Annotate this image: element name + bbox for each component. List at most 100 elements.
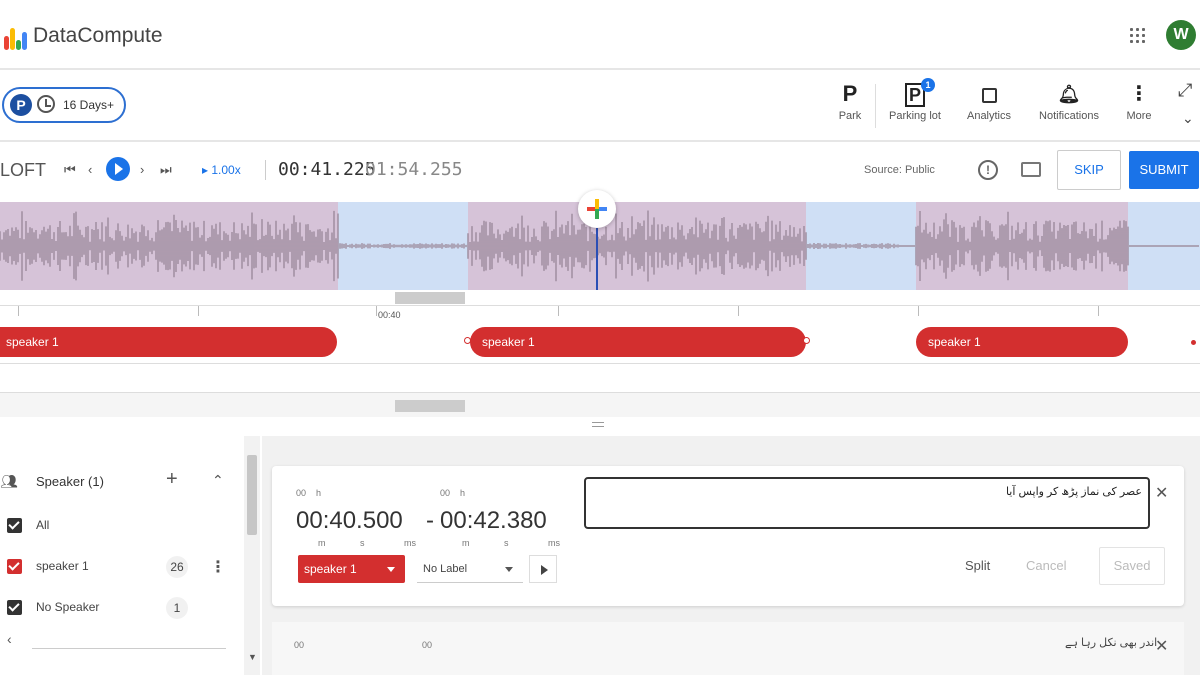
- time-unit: s: [504, 538, 509, 548]
- panel-divider: [32, 648, 226, 649]
- analytics-icon: [964, 80, 1014, 108]
- timeline-scroll-thumb[interactable]: [395, 400, 465, 412]
- split-button[interactable]: Split: [965, 558, 990, 573]
- segment-handle-left[interactable]: [464, 337, 471, 344]
- total-duration: 01:54.255: [365, 159, 463, 180]
- cancel-button[interactable]: Cancel: [1026, 558, 1066, 573]
- task-title: LOFT: [0, 160, 47, 180]
- timeline-scrollbar-track: [0, 393, 1200, 417]
- checkbox-no-speaker[interactable]: [7, 600, 22, 615]
- priority-badge: P: [10, 94, 32, 116]
- playback-speed[interactable]: ▸ 1.00x: [202, 163, 241, 177]
- apps-grid-icon[interactable]: [1130, 28, 1146, 44]
- segment-handle-right[interactable]: [803, 337, 810, 344]
- more-vert-icon[interactable]: ⋮: [210, 557, 226, 577]
- info-icon[interactable]: !: [978, 160, 998, 180]
- speaker-segment[interactable]: speaker 1: [470, 327, 806, 357]
- lane-end-marker: [1191, 340, 1196, 345]
- close-icon[interactable]: ✕: [1155, 483, 1168, 503]
- app-name: DataCompute: [33, 24, 163, 47]
- close-icon[interactable]: ✕: [1155, 636, 1168, 656]
- time-unit: m: [318, 538, 326, 548]
- skip-to-end-icon[interactable]: ⏭︎: [160, 162, 172, 178]
- ruler-label: 00:40: [378, 310, 401, 320]
- time-ruler: 00:40: [0, 305, 1200, 323]
- speaker-segment[interactable]: speaker 1: [916, 327, 1128, 357]
- previous-icon[interactable]: ‹: [88, 162, 92, 177]
- analytics-button[interactable]: Analytics: [964, 80, 1014, 122]
- start-hours-unit: h: [316, 488, 322, 498]
- speaker-select[interactable]: speaker 1: [298, 555, 405, 583]
- expand-icon[interactable]: ⤢: [1178, 80, 1192, 101]
- saved-button[interactable]: Saved: [1099, 547, 1165, 585]
- chevron-down-icon[interactable]: ⌄: [1182, 110, 1194, 127]
- notifications-label: Notifications: [1039, 110, 1099, 122]
- speakers-icon: 👥︎: [0, 473, 18, 489]
- panel-resize-handle[interactable]: [592, 422, 604, 427]
- keyboard-icon[interactable]: [1021, 162, 1041, 177]
- speaker-filter-label: speaker 1: [36, 559, 89, 573]
- parking-lot-label: Parking lot: [889, 110, 941, 122]
- segment-card[interactable]: [272, 622, 1184, 675]
- park-button[interactable]: P Park: [836, 80, 864, 122]
- player-divider: [265, 160, 266, 180]
- speaker-panel: 👥︎ Speaker (1) + ⌃ All speaker 1 26 ⋮ No…: [0, 436, 244, 675]
- time-unit: ms: [548, 538, 560, 548]
- speaker-panel-title: Speaker (1): [36, 474, 104, 489]
- speaker-lane: speaker 1 speaker 1 speaker 1: [0, 324, 1200, 364]
- app-logo: [4, 24, 28, 50]
- park-icon: P: [842, 81, 858, 106]
- parking-lot-button[interactable]: P Parking lot: [886, 80, 944, 122]
- time-unit: ms: [404, 538, 416, 548]
- skip-button[interactable]: SKIP: [1057, 150, 1121, 190]
- task-toolbar: P 16 Days+ P Park P Parking lot Analytic…: [0, 72, 1200, 142]
- speaker-filter-label: All: [36, 518, 50, 532]
- transcript-text[interactable]: اندر بھی نکل رہا ہے: [1065, 636, 1157, 649]
- time-unit: s: [360, 538, 365, 548]
- parking-lot-icon: P: [886, 80, 944, 108]
- user-avatar[interactable]: W: [1166, 20, 1196, 50]
- transcript-input[interactable]: عصر کی نماز پڑھ کر واپس آیا: [584, 477, 1150, 529]
- analytics-label: Analytics: [966, 110, 1012, 122]
- segment-count: 1: [166, 597, 188, 619]
- segment-play-button[interactable]: [529, 555, 557, 583]
- task-age-label: 16 Days+: [63, 98, 115, 112]
- add-speaker-icon[interactable]: +: [166, 468, 178, 491]
- park-label: Park: [838, 110, 862, 122]
- more-button[interactable]: ⋮ More: [1124, 80, 1154, 122]
- speaker-filter-label: No Speaker: [36, 600, 100, 614]
- segment-end-time[interactable]: 00:42.380: [440, 507, 547, 535]
- segment-start-time[interactable]: 00:40.500: [296, 507, 403, 535]
- notifications-button[interactable]: 🔔︎ Notifications: [1036, 80, 1102, 122]
- segment-count: 26: [166, 556, 188, 578]
- start-hours: 00: [294, 640, 305, 650]
- label-select[interactable]: No Label: [417, 555, 523, 583]
- chevron-left-icon[interactable]: ‹: [7, 631, 12, 647]
- submit-button[interactable]: SUBMIT: [1129, 151, 1199, 189]
- history-icon: [37, 95, 55, 113]
- checkbox-speaker-1[interactable]: [7, 559, 22, 574]
- transcript-text: عصر کی نماز پڑھ کر واپس آیا: [1005, 486, 1142, 498]
- end-hours-unit: h: [460, 488, 466, 498]
- play-button[interactable]: [106, 157, 130, 181]
- checkbox-all[interactable]: [7, 518, 22, 533]
- time-unit: m: [462, 538, 470, 548]
- speaker-segment[interactable]: speaker 1: [0, 327, 337, 357]
- panel-scroll-thumb[interactable]: [247, 455, 257, 535]
- scroll-down-icon[interactable]: ▼: [248, 652, 257, 662]
- end-hours: 00: [440, 488, 451, 498]
- parking-lot-count-badge: 1: [921, 78, 935, 92]
- add-segment-button[interactable]: [578, 190, 616, 228]
- time-range-separator: -: [426, 507, 434, 534]
- bell-icon: 🔔︎: [1057, 84, 1081, 104]
- chevron-up-icon[interactable]: ⌃: [212, 472, 224, 489]
- more-vert-icon: ⋮: [1129, 83, 1149, 105]
- start-hours: 00: [296, 488, 307, 498]
- waveform-scroll-thumb[interactable]: [395, 292, 465, 304]
- task-status-pill[interactable]: P 16 Days+: [2, 87, 126, 123]
- more-label: More: [1126, 110, 1152, 122]
- skip-to-start-icon[interactable]: ⏮︎: [64, 162, 76, 178]
- next-icon[interactable]: ›: [140, 162, 144, 177]
- empty-lane: [0, 365, 1200, 393]
- end-hours: 00: [422, 640, 433, 650]
